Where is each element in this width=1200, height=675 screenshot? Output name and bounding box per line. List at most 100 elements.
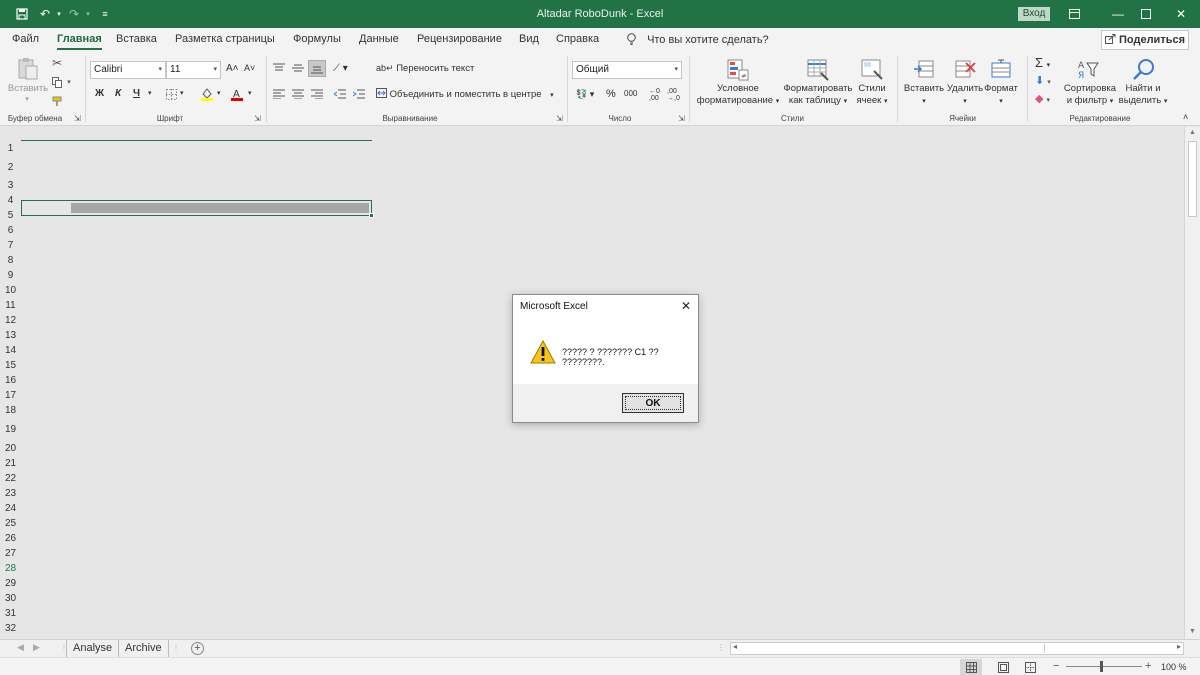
find-select-button[interactable]: Найти и выделить ▾ (1115, 83, 1171, 108)
row-header-highlighted[interactable]: 28 (0, 563, 21, 574)
share-button[interactable]: Поделиться (1101, 30, 1189, 50)
row-header[interactable]: 17 (0, 390, 21, 401)
zoom-slider-thumb[interactable] (1100, 661, 1103, 672)
login-button[interactable]: Вход (1018, 7, 1050, 21)
insert-cells-button[interactable]: Вставить ▾ (902, 83, 946, 108)
row-header[interactable]: 7 (0, 240, 21, 251)
paste-icon[interactable] (16, 56, 40, 82)
more-sheets-right-icon[interactable]: ⋮ (172, 643, 180, 652)
borders-dropdown-icon[interactable]: ▾ (180, 89, 184, 97)
copy-dropdown-icon[interactable]: ▾ (64, 76, 74, 88)
decrease-font-icon[interactable]: A˅ (244, 63, 255, 73)
row-header[interactable]: 24 (0, 503, 21, 514)
font-launcher-icon[interactable]: ⇲ (254, 114, 261, 123)
ok-button[interactable]: OK (622, 393, 684, 413)
borders-icon[interactable] (164, 87, 178, 101)
number-launcher-icon[interactable]: ⇲ (678, 114, 685, 123)
close-window-icon[interactable]: ✕ (1166, 4, 1196, 24)
horizontal-scrollbar[interactable]: ◂ ▸ (730, 642, 1184, 655)
underline-dropdown-icon[interactable]: ▾ (148, 89, 152, 97)
merge-center-button[interactable]: Объединить и поместить в центре ▾ (376, 88, 554, 100)
row-header[interactable]: 29 (0, 578, 21, 589)
font-size-combo[interactable]: 11 ▾ (166, 61, 221, 79)
page-break-view-icon[interactable] (1019, 659, 1041, 675)
font-color-dropdown-icon[interactable]: ▾ (248, 89, 252, 97)
insert-cells-icon[interactable] (912, 58, 936, 82)
percent-icon[interactable]: % (606, 88, 616, 100)
decrease-decimal-icon[interactable]: ,00 →,0 (667, 88, 680, 102)
clipboard-launcher-icon[interactable]: ⇲ (74, 114, 81, 123)
row-header[interactable]: 9 (0, 270, 21, 281)
tab-review[interactable]: Рецензирование (417, 33, 502, 45)
normal-view-icon[interactable] (960, 659, 982, 675)
bold-button[interactable]: Ж (95, 88, 104, 99)
cell-styles-button[interactable]: Стили ячеек ▾ (852, 83, 892, 108)
clear-icon[interactable]: ◆ ▾ (1035, 92, 1050, 105)
fill-handle[interactable] (369, 213, 374, 218)
align-right-icon[interactable] (310, 88, 324, 100)
minimize-icon[interactable]: — (1103, 4, 1133, 24)
row-header[interactable]: 32 (0, 623, 21, 634)
collapse-ribbon-icon[interactable]: ˄ (1183, 112, 1188, 122)
sort-filter-button[interactable]: Сортировка и фильтр ▾ (1060, 83, 1120, 108)
scroll-down-icon[interactable]: ▼ (1185, 626, 1200, 638)
fill-icon[interactable]: ⬇ ▾ (1035, 74, 1051, 87)
selected-range[interactable] (21, 200, 374, 218)
copy-icon[interactable] (50, 75, 64, 89)
row-header[interactable]: 3 (0, 180, 21, 191)
increase-font-icon[interactable]: A˄ (226, 63, 239, 74)
add-sheet-icon[interactable]: + (191, 642, 204, 655)
increase-indent-icon[interactable] (352, 88, 366, 100)
next-sheet-icon[interactable]: ▶ (33, 642, 40, 653)
tab-view[interactable]: Вид (519, 33, 539, 45)
row-header[interactable]: 21 (0, 458, 21, 469)
align-middle-icon[interactable] (291, 62, 305, 74)
ribbon-display-icon[interactable] (1059, 4, 1089, 24)
row-header[interactable]: 2 (0, 162, 21, 173)
delete-cells-icon[interactable] (953, 58, 977, 82)
orientation-icon[interactable]: ⟋ ▾ (333, 63, 348, 74)
row-header[interactable]: 10 (0, 285, 21, 296)
tab-formulas[interactable]: Формулы (293, 33, 341, 45)
row-header[interactable]: 18 (0, 405, 21, 416)
paste-dropdown-icon[interactable]: ▾ (19, 94, 35, 106)
number-format-combo[interactable]: Общий ▾ (572, 61, 682, 79)
zoom-in-icon[interactable]: + (1145, 660, 1151, 672)
sheet-tab-analyse[interactable]: Analyse (66, 640, 120, 657)
format-as-table-button[interactable]: Форматировать как таблицу ▾ (781, 83, 855, 108)
alignment-launcher-icon[interactable]: ⇲ (556, 114, 563, 123)
fill-color-dropdown-icon[interactable]: ▾ (217, 89, 221, 97)
align-top-icon[interactable] (272, 62, 286, 74)
comma-style-icon[interactable]: 000 (624, 89, 637, 98)
row-header[interactable]: 6 (0, 225, 21, 236)
autosum-icon[interactable]: Σ ▾ (1035, 55, 1050, 70)
row-header[interactable]: 11 (0, 300, 21, 311)
align-center-icon[interactable] (291, 88, 305, 100)
row-header[interactable]: 31 (0, 608, 21, 619)
sort-filter-icon[interactable]: AЯ (1076, 58, 1100, 82)
vertical-scrollbar[interactable]: ▲ ▼ (1184, 127, 1200, 639)
row-header[interactable]: 5 (0, 210, 21, 221)
conditional-formatting-icon[interactable]: ≠ (726, 58, 750, 82)
sheet-tab-archive[interactable]: Archive (119, 640, 169, 657)
cell-styles-icon[interactable] (860, 58, 884, 82)
row-header[interactable]: 22 (0, 473, 21, 484)
tab-page-layout[interactable]: Разметка страницы (175, 33, 275, 45)
row-header[interactable]: 30 (0, 593, 21, 604)
row-header[interactable]: 12 (0, 315, 21, 326)
tab-data[interactable]: Данные (359, 33, 399, 45)
wrap-text-button[interactable]: ab↵ Переносить текст (376, 63, 474, 74)
accounting-format-icon[interactable]: 💱 ▾ (576, 89, 594, 100)
zoom-out-icon[interactable]: − (1053, 660, 1059, 672)
zoom-slider-track[interactable] (1066, 666, 1142, 667)
prev-sheet-icon[interactable]: ◀ (17, 642, 24, 653)
tab-help[interactable]: Справка (556, 33, 599, 45)
tab-file[interactable]: Файл (12, 33, 39, 45)
font-name-combo[interactable]: Calibri ▾ (90, 61, 166, 79)
page-layout-view-icon[interactable] (992, 659, 1014, 675)
vertical-scroll-thumb[interactable] (1188, 141, 1197, 217)
zoom-level[interactable]: 100 % (1161, 662, 1187, 672)
maximize-icon[interactable] (1131, 4, 1161, 24)
merge-dropdown-icon[interactable]: ▾ (550, 92, 554, 99)
dialog-close-icon[interactable]: ✕ (681, 299, 691, 313)
